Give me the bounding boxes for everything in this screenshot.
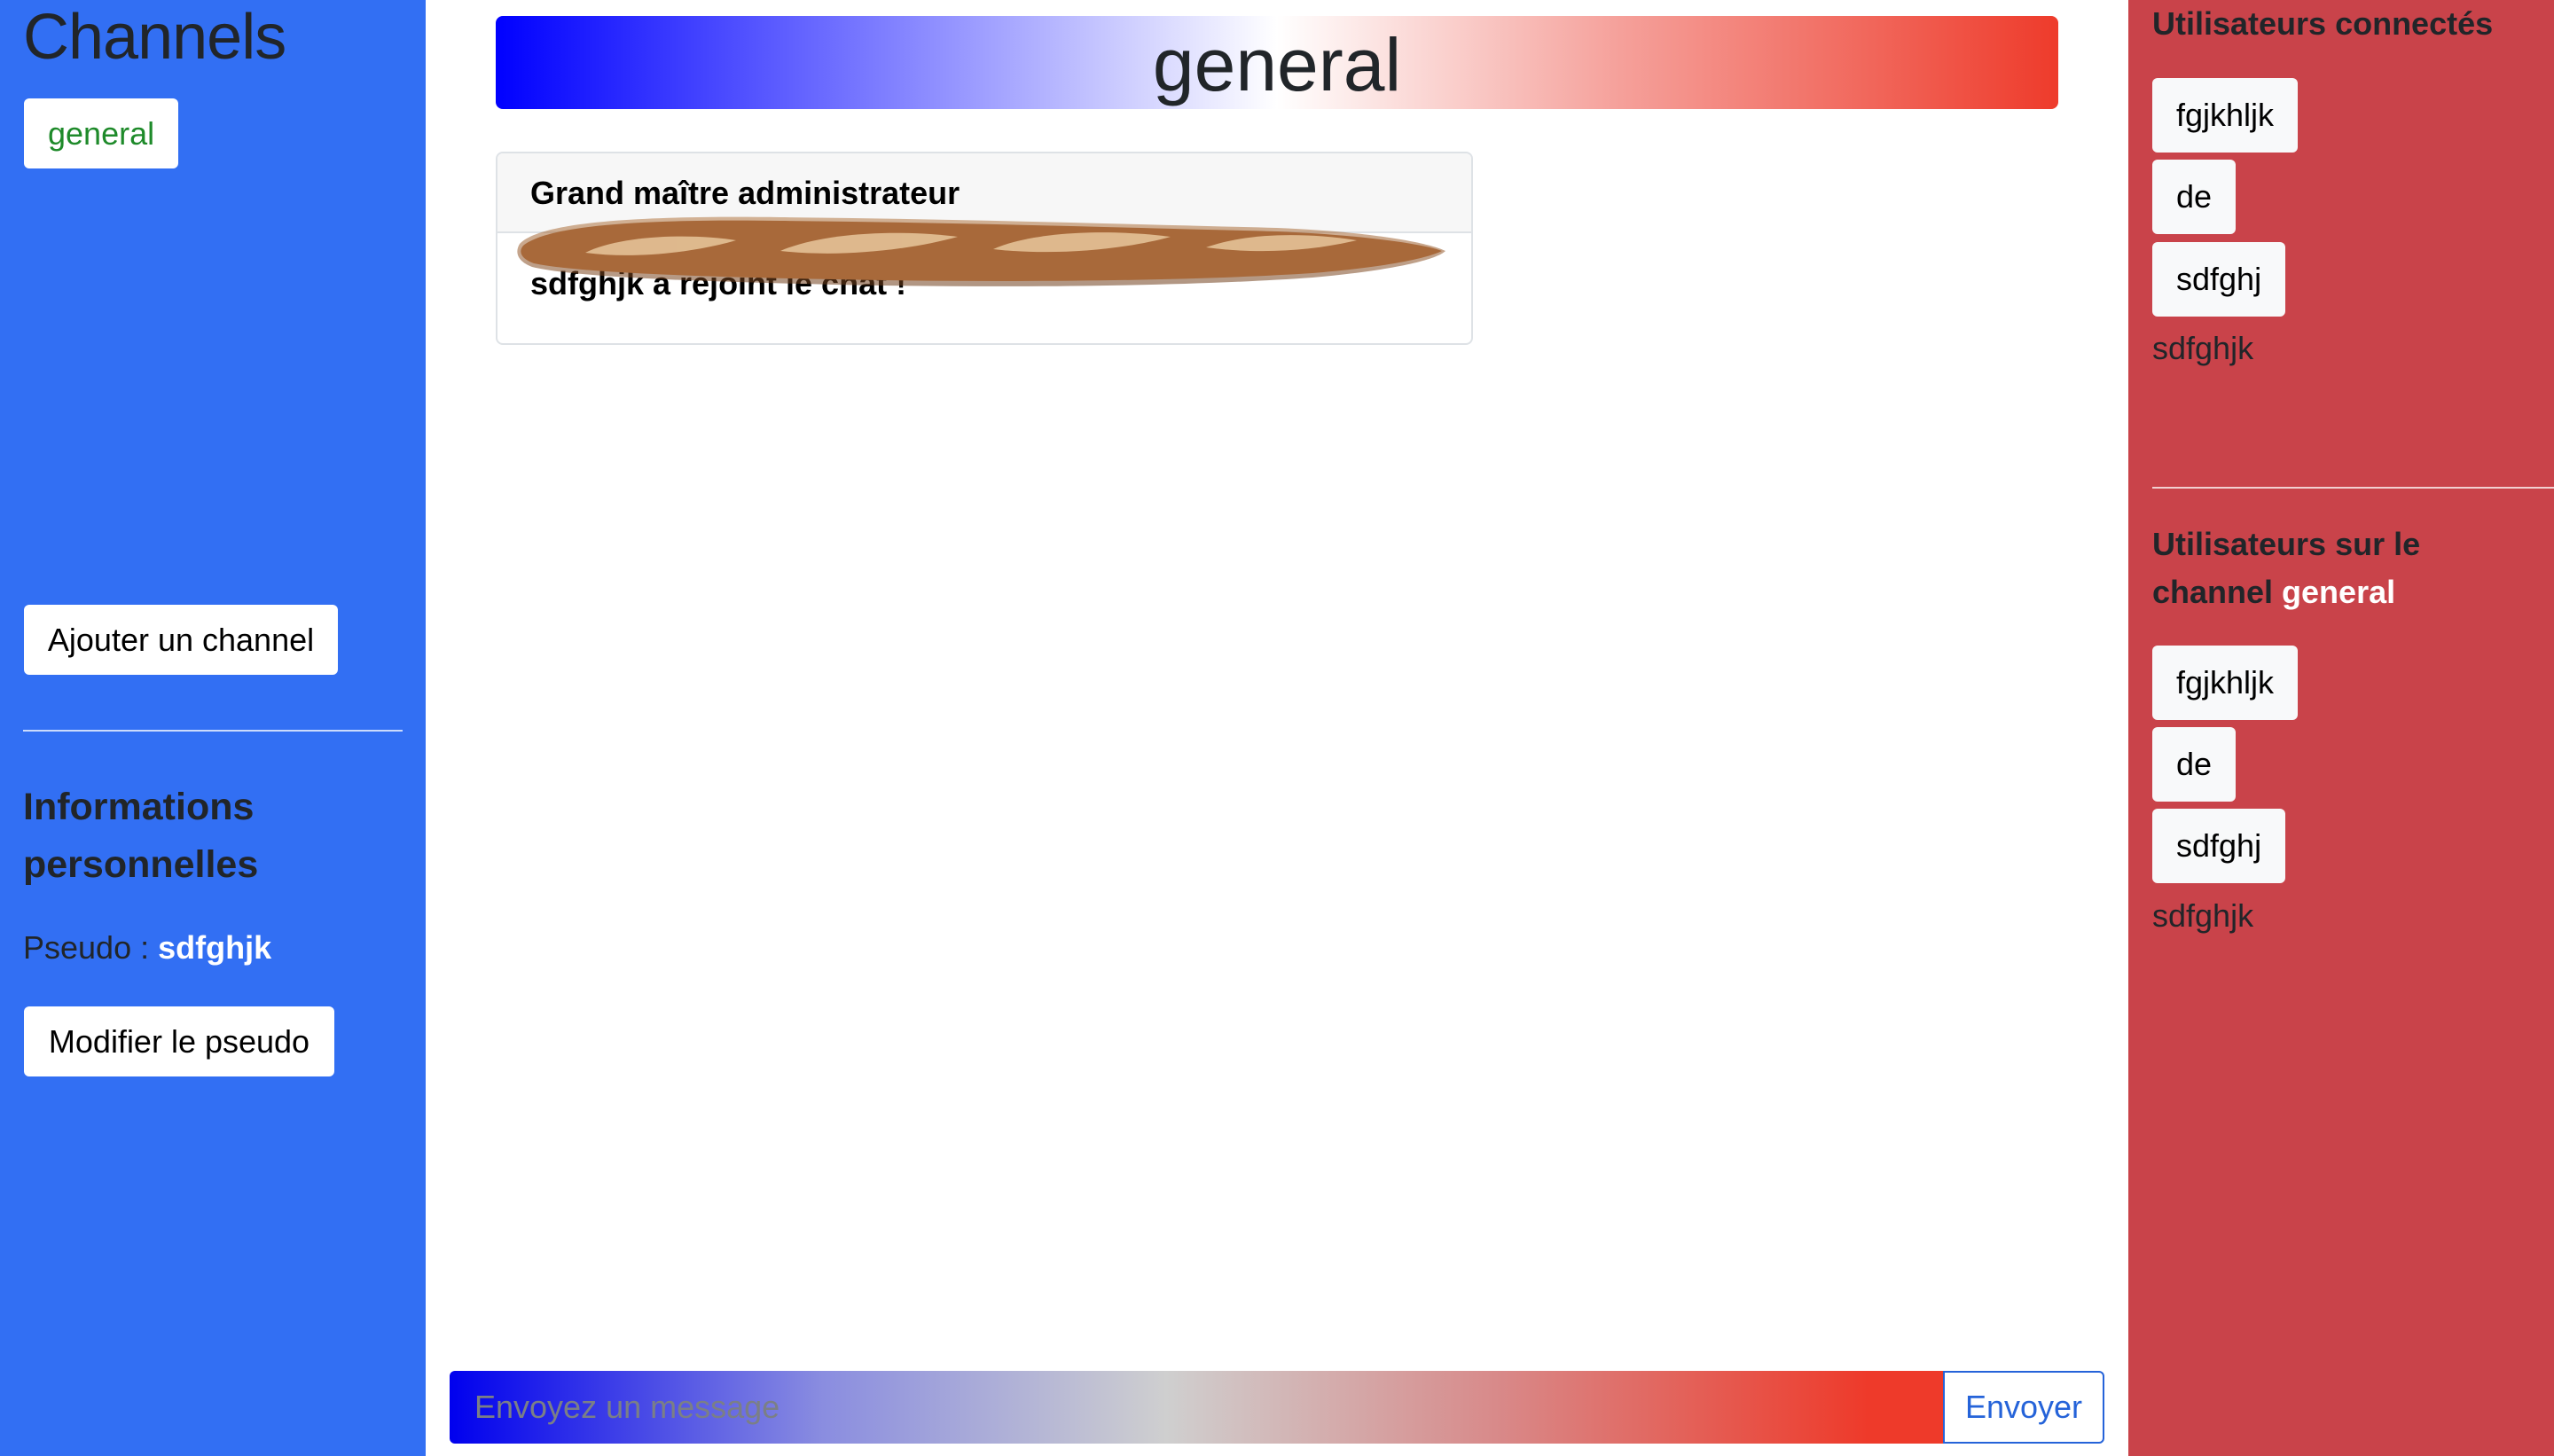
users-divider (2152, 487, 2554, 489)
connected-self-user: sdfghjk (2152, 330, 2254, 366)
channel-users-title-channel: general (2282, 574, 2396, 610)
connected-user-item[interactable]: sdfghj (2152, 242, 2286, 317)
channel-user-item[interactable]: fgjkhljk (2152, 646, 2299, 720)
connected-user-item[interactable]: fgjkhljk (2152, 78, 2299, 153)
sidebar-divider (23, 730, 403, 732)
connected-user-item[interactable]: de (2152, 160, 2237, 234)
chat-app: Channels general Ajouter un channel Info… (0, 0, 2554, 1456)
add-channel-button[interactable]: Ajouter un channel (24, 605, 338, 675)
users-sidebar: Utilisateurs connectés fgjkhljk de sdfgh… (2128, 0, 2554, 1456)
baguette-image (517, 216, 1445, 286)
pseudo-label: Pseudo : (23, 929, 159, 966)
modify-pseudo-button[interactable]: Modifier le pseudo (24, 1006, 334, 1076)
channel-user-item[interactable]: sdfghj (2152, 809, 2286, 883)
channels-sidebar: Channels general Ajouter un channel Info… (0, 0, 426, 1456)
channel-user-item[interactable]: de (2152, 727, 2237, 802)
channel-self-user: sdfghjk (2152, 897, 2254, 934)
personal-info-title: Informations personnelles (23, 786, 259, 886)
channels-title: Channels (23, 2, 286, 73)
message-input[interactable] (450, 1371, 1943, 1444)
pseudo-value: sdfghjk (158, 929, 272, 966)
message-composer: Envoyer (450, 1371, 2104, 1444)
channel-users-title: Utilisateurs sur le channel general (2152, 521, 2542, 616)
channel-title: general (496, 16, 2058, 109)
connected-users-title: Utilisateurs connectés (2152, 5, 2494, 42)
pseudo-line: Pseudo : sdfghjk (23, 929, 271, 967)
send-button[interactable]: Envoyer (1943, 1371, 2104, 1444)
channel-item-general[interactable]: general (24, 98, 179, 168)
